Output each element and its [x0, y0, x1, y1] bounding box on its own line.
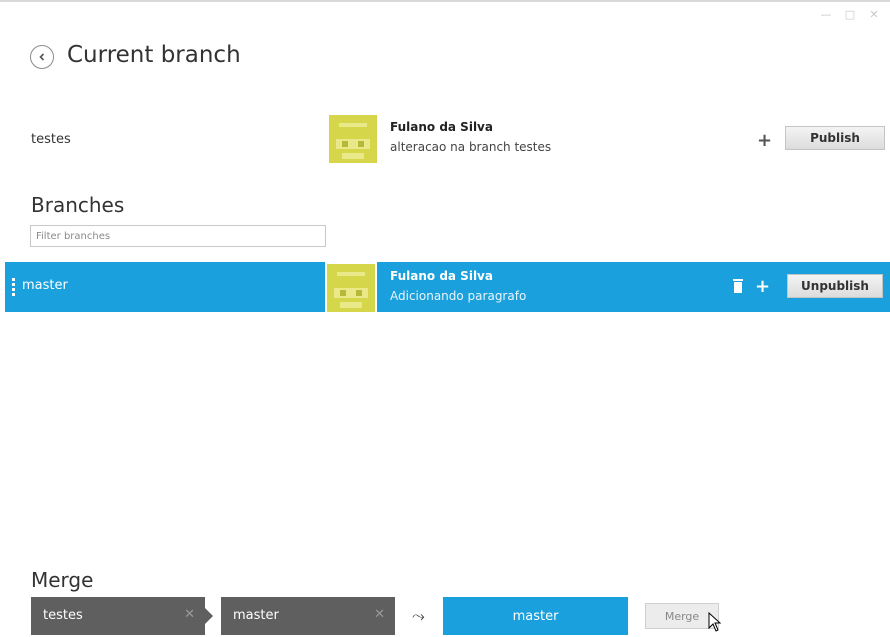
- close-icon[interactable]: ✕: [868, 8, 880, 21]
- maximize-icon[interactable]: □: [844, 8, 856, 21]
- unpublish-button[interactable]: Unpublish: [787, 274, 883, 298]
- branches-heading: Branches: [31, 193, 125, 217]
- merge-result-branch: master: [443, 597, 628, 635]
- add-icon[interactable]: +: [757, 132, 772, 150]
- publish-button[interactable]: Publish: [785, 126, 885, 150]
- add-icon[interactable]: +: [755, 278, 770, 296]
- merge-arrow-icon: ⤳: [412, 606, 425, 625]
- chevron-left-icon: [39, 53, 45, 61]
- remove-target-icon[interactable]: ✕: [374, 607, 385, 622]
- merge-target-branch[interactable]: master ✕: [221, 597, 395, 635]
- trash-icon[interactable]: [733, 279, 743, 293]
- commit-author: Fulano da Silva: [390, 120, 493, 134]
- commit-message: Adicionando paragrafo: [390, 289, 527, 303]
- back-button[interactable]: [30, 45, 54, 69]
- filter-branches-input[interactable]: [30, 225, 326, 247]
- minimize-icon[interactable]: —: [820, 8, 832, 21]
- window-controls: — □ ✕: [820, 8, 880, 21]
- current-branch-row: testes Fulano da Silva alteracao na bran…: [0, 112, 890, 163]
- merge-target-label: master: [233, 608, 279, 623]
- merge-source-branch[interactable]: testes ✕: [31, 597, 213, 635]
- top-border: [0, 0, 890, 2]
- merge-source-label: testes: [43, 608, 83, 623]
- author-avatar: [329, 115, 377, 163]
- branch-row-master[interactable]: master Fulano da Silva Adicionando parag…: [5, 262, 890, 312]
- current-branch-name: testes: [31, 132, 71, 147]
- drag-handle-icon[interactable]: [12, 278, 15, 296]
- mouse-cursor-icon: [708, 612, 722, 632]
- commit-author: Fulano da Silva: [390, 269, 493, 283]
- remove-source-icon[interactable]: ✕: [184, 607, 195, 622]
- author-avatar: [327, 264, 375, 312]
- merge-heading: Merge: [31, 568, 94, 592]
- merge-row: testes ✕ master ✕ ⤳ master Merge: [0, 597, 890, 637]
- commit-message: alteracao na branch testes: [390, 140, 552, 154]
- page-title: Current branch: [67, 42, 241, 68]
- branch-name: master: [22, 278, 68, 293]
